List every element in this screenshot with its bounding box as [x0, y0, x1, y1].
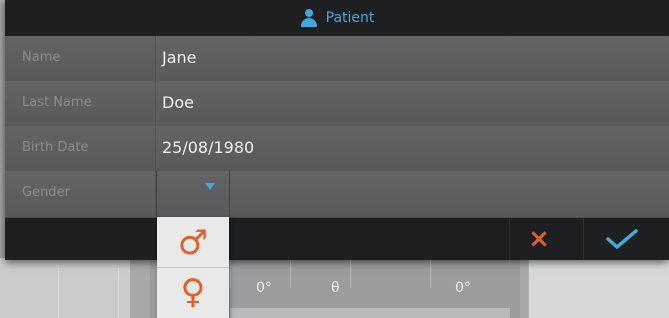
- male-symbol-icon: ♂: [177, 223, 209, 263]
- divider: [430, 258, 431, 288]
- name-field[interactable]: Jane: [162, 48, 197, 67]
- divider: [230, 258, 231, 288]
- background-right-panel: [528, 258, 669, 318]
- gender-row: Gender: [5, 171, 669, 218]
- gender-option-male[interactable]: ♂: [157, 219, 229, 268]
- readout-value: θ: [331, 280, 340, 296]
- name-label: Name: [22, 50, 61, 65]
- dialog-header: Patient: [5, 0, 669, 37]
- divider: [290, 258, 291, 288]
- person-icon: [300, 9, 318, 27]
- female-symbol-icon: ♀: [180, 272, 206, 312]
- birth-date-field[interactable]: 25/08/1980: [162, 138, 254, 157]
- birth-date-label: Birth Date: [22, 140, 89, 155]
- dialog-title: Patient: [325, 10, 375, 26]
- readout-value: 0°: [256, 280, 272, 296]
- gender-option-female[interactable]: ♀: [157, 268, 229, 316]
- last-name-label: Last Name: [22, 95, 92, 110]
- last-name-row[interactable]: Last Name Doe: [5, 81, 669, 127]
- background-cell: [0, 268, 59, 318]
- dialog-footer: ×: [5, 218, 669, 260]
- dropdown-arrow-icon[interactable]: [205, 183, 215, 190]
- background-bar: [230, 308, 510, 318]
- cancel-button[interactable]: ×: [509, 218, 568, 260]
- background-left-panel: [0, 258, 130, 318]
- patient-dialog: Patient Name Jane Last Name Doe Birth Da…: [5, 0, 669, 260]
- gender-label: Gender: [22, 185, 70, 200]
- background-cell: [60, 268, 119, 318]
- last-name-field[interactable]: Doe: [162, 93, 194, 112]
- readout-value: 0°: [455, 280, 471, 296]
- divider: [350, 258, 351, 288]
- confirm-button[interactable]: [583, 218, 660, 260]
- gender-select[interactable]: [156, 171, 230, 217]
- gender-dropdown-list: ♂ ♀: [157, 217, 229, 318]
- birth-date-row[interactable]: Birth Date 25/08/1980: [5, 126, 669, 172]
- close-icon: ×: [528, 224, 550, 254]
- checkmark-icon: [606, 229, 638, 249]
- name-row[interactable]: Name Jane: [5, 36, 669, 82]
